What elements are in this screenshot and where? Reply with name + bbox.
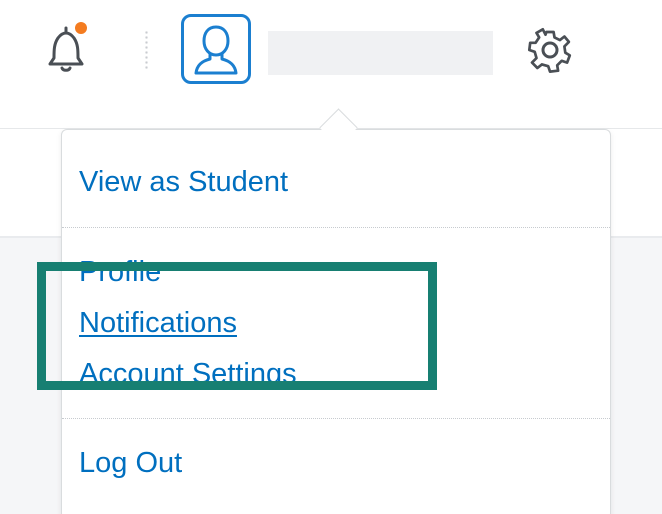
menu-item-view-as-student[interactable]: View as Student: [79, 168, 288, 197]
username-placeholder[interactable]: [268, 31, 493, 75]
menu-item-notifications[interactable]: Notifications: [79, 309, 237, 338]
menu-divider: [62, 227, 610, 228]
gear-icon[interactable]: [520, 20, 580, 80]
user-avatar-button[interactable]: [181, 14, 251, 84]
user-avatar-icon: [194, 25, 238, 75]
bell-icon[interactable]: [36, 18, 96, 78]
menu-divider: [62, 418, 610, 419]
notification-dot-icon: [75, 22, 87, 34]
header-separator: [145, 30, 148, 70]
page: View as Student Profile Notifications Ac…: [0, 0, 662, 514]
menu-item-profile[interactable]: Profile: [79, 258, 161, 287]
menu-item-log-out[interactable]: Log Out: [79, 449, 182, 478]
menu-item-account-settings[interactable]: Account Settings: [79, 360, 297, 389]
